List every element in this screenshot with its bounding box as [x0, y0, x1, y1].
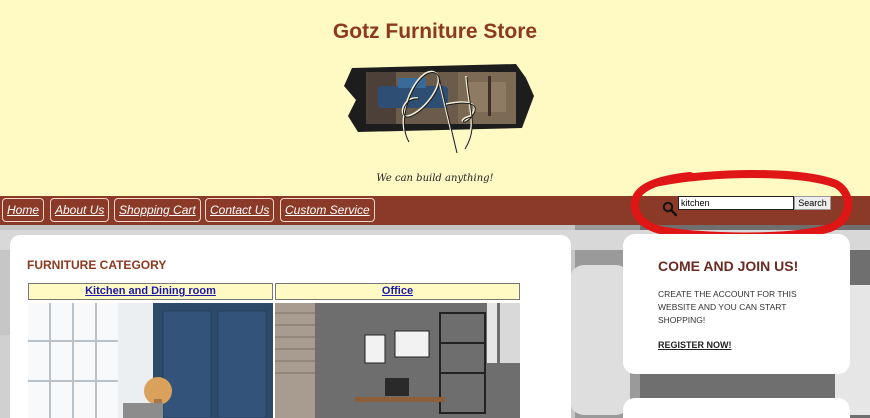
office-category-image[interactable] — [275, 303, 520, 418]
join-title: COME AND JOIN US! — [658, 258, 799, 274]
join-description: Create the account for this website and … — [658, 289, 797, 325]
category-panel: FURNITURE CATEGORY Kitchen and Dining ro… — [10, 235, 571, 418]
category-link-office[interactable]: Office — [275, 283, 520, 300]
site-title: Gotz Furniture Store — [332, 20, 538, 43]
tagline: We can build anything! — [376, 173, 494, 184]
secondary-card — [623, 398, 850, 418]
nav-link-contact[interactable]: Contact Us — [205, 198, 275, 222]
nav-link-about[interactable]: About Us — [50, 198, 110, 222]
site-header: Gotz Furniture Store We can build anythi… — [0, 0, 870, 196]
search-button[interactable]: Search — [794, 196, 831, 210]
nav-link-home[interactable]: Home — [2, 198, 45, 222]
store-logo[interactable] — [338, 56, 538, 156]
nav-link-cart[interactable]: Shopping Cart — [114, 198, 201, 222]
nav-link-custom-service[interactable]: Custom Service — [280, 198, 375, 222]
join-card: COME AND JOIN US! Create the account for… — [623, 234, 850, 374]
category-link-kitchen[interactable]: Kitchen and Dining room — [28, 283, 273, 300]
section-title: FURNITURE CATEGORY — [27, 258, 167, 272]
search-icon — [662, 201, 678, 217]
register-link[interactable]: REGISTER NOW! — [658, 340, 732, 350]
search-input[interactable] — [678, 196, 794, 210]
kitchen-category-image[interactable] — [28, 303, 273, 418]
